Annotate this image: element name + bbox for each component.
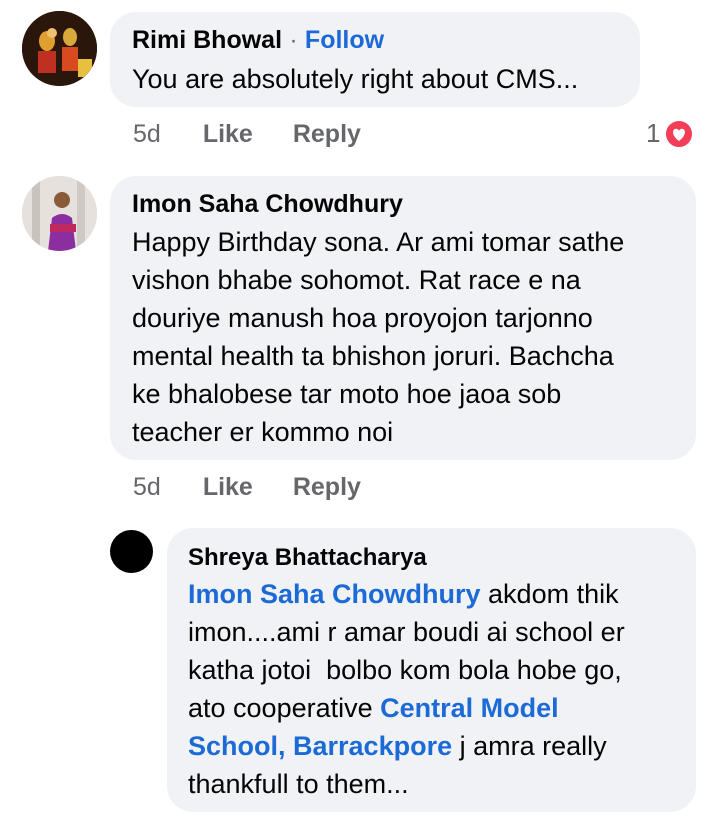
like-button[interactable]: Like: [203, 473, 253, 502]
separator: ·: [289, 27, 298, 54]
comment-author[interactable]: Imon Saha Chowdhury: [132, 190, 403, 219]
comment-actions: 5d Like Reply: [133, 473, 361, 502]
like-button[interactable]: Like: [203, 120, 253, 149]
comment-line: vishon bhabe sohomot. Rat race e na: [132, 265, 581, 295]
comment-time[interactable]: 5d: [133, 120, 161, 149]
avatar-imon-saha-chowdhury[interactable]: [22, 176, 97, 251]
comment-author[interactable]: Rimi Bhowal: [132, 26, 282, 54]
reply-text: Imon Saha Chowdhury akdom thik imon....a…: [188, 575, 625, 803]
reply-button[interactable]: Reply: [293, 473, 361, 502]
reply-bubble: Shreya Bhattacharya Imon Saha Chowdhury …: [167, 528, 696, 812]
reply-text-segment: ato cooperative: [188, 693, 381, 723]
comment-time[interactable]: 5d: [133, 473, 161, 502]
comment-actions: 5d Like Reply: [133, 120, 361, 149]
reply-line: thankfull to them...: [188, 769, 409, 799]
love-reaction-icon: [664, 118, 695, 149]
reply-line: ato cooperative Central Model: [188, 689, 625, 727]
reply-line: Imon Saha Chowdhury akdom thik: [188, 575, 625, 613]
avatar-photo: [22, 176, 97, 251]
avatar-shreya-bhattacharya[interactable]: [110, 530, 153, 573]
reply-text-segment: j amra really: [452, 731, 607, 761]
reply-line: imon....ami r amar boudi ai school er: [188, 617, 625, 647]
reaction-count: 1: [646, 118, 661, 148]
reply-line: katha jotoi bolbo kom bola hobe go,: [188, 655, 622, 685]
reply-author[interactable]: Shreya Bhattacharya: [188, 544, 427, 572]
reply-button[interactable]: Reply: [293, 120, 361, 149]
comment-line: ke bhalobese tar moto hoe jaoa sob: [132, 379, 562, 409]
comment-line: teacher er kommo noi: [132, 417, 394, 447]
avatar-photo: [22, 11, 97, 86]
comment-header: Rimi Bhowal · Follow: [132, 26, 384, 55]
reply-text-segment: akdom thik: [480, 579, 619, 609]
comment-text: Happy Birthday sona. Ar ami tomar sathe …: [132, 223, 624, 451]
reaction-summary[interactable]: 1: [646, 118, 695, 149]
follow-button[interactable]: Follow: [305, 26, 384, 54]
comment-bubble: Rimi Bhowal · Follow You are absolutely …: [110, 12, 640, 107]
reply-line: School, Barrackpore j amra really: [188, 727, 625, 765]
comment-line: mental health ta bhishon joruri. Bachcha: [132, 341, 614, 371]
avatar-rimi-bhowal[interactable]: [22, 11, 97, 86]
comment-bubble: Imon Saha Chowdhury Happy Birthday sona.…: [110, 176, 696, 460]
mention-imon-saha-chowdhury[interactable]: Imon Saha Chowdhury: [188, 579, 481, 609]
mention-central-model-school-cont[interactable]: School, Barrackpore: [188, 731, 452, 761]
comment-text: You are absolutely right about CMS...: [132, 64, 579, 94]
comment-line: Happy Birthday sona. Ar ami tomar sathe: [132, 227, 625, 257]
comment-line: douriye manush hoa proyojon tarjonno: [132, 303, 593, 333]
mention-central-model-school[interactable]: Central Model: [380, 693, 559, 723]
